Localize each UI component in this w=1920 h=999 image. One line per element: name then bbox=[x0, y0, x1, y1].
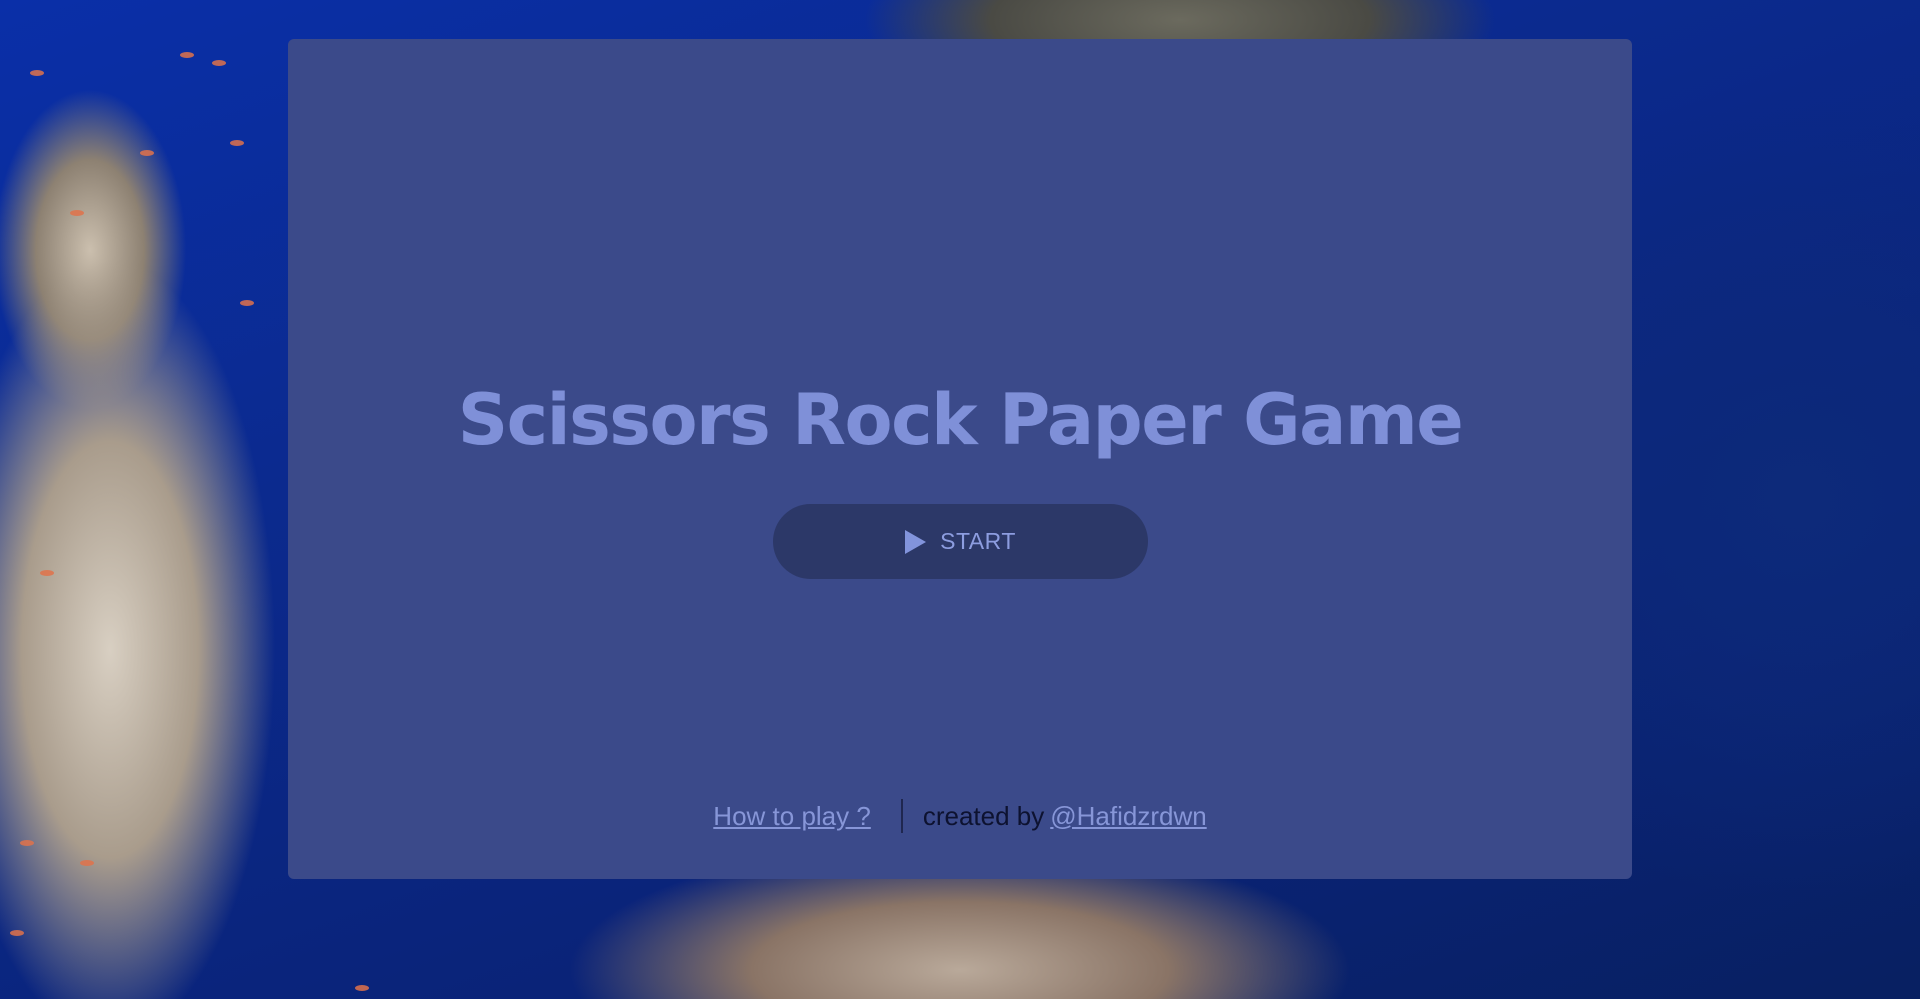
fish-decoration bbox=[70, 210, 84, 216]
fish-decoration bbox=[230, 140, 244, 146]
how-to-play-link[interactable]: How to play ? bbox=[713, 801, 871, 832]
game-panel: Scissors Rock Paper Game START How to pl… bbox=[288, 39, 1632, 879]
fish-decoration bbox=[80, 860, 94, 866]
fish-decoration bbox=[212, 60, 226, 66]
start-button[interactable]: START bbox=[773, 504, 1148, 579]
fish-decoration bbox=[355, 985, 369, 991]
footer: How to play ? created by @Hafidzrdwn bbox=[288, 799, 1632, 833]
play-icon bbox=[905, 529, 927, 554]
author-link[interactable]: @Hafidzrdwn bbox=[1050, 801, 1206, 832]
created-by-text: created by bbox=[922, 800, 1045, 831]
fish-decoration bbox=[180, 52, 194, 58]
start-button-label: START bbox=[940, 528, 1016, 554]
page-title: Scissors Rock Paper Game bbox=[457, 379, 1464, 461]
fish-decoration bbox=[30, 70, 44, 76]
fish-decoration bbox=[140, 150, 154, 156]
fish-decoration bbox=[240, 300, 254, 306]
fish-decoration bbox=[20, 840, 34, 846]
footer-divider bbox=[900, 799, 903, 833]
fish-decoration bbox=[10, 930, 24, 936]
fish-decoration bbox=[40, 570, 54, 576]
